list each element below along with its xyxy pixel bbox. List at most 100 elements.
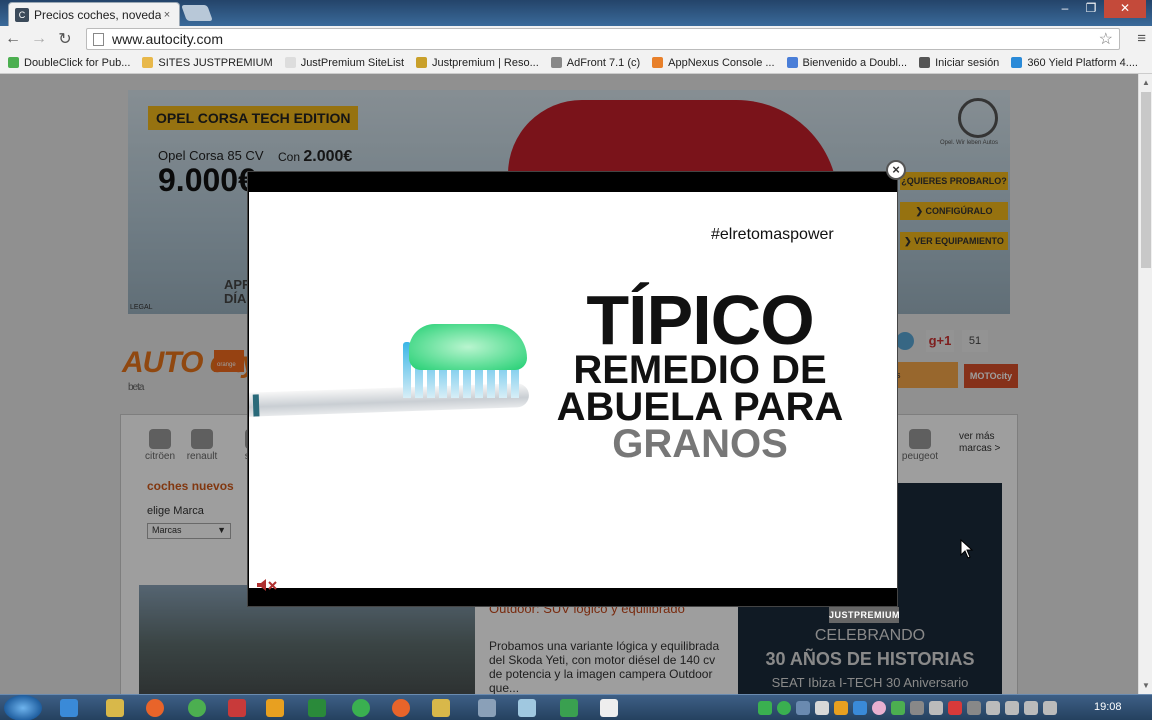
back-arrow-icon[interactable]: ← (0, 30, 26, 48)
excel-icon[interactable] (308, 699, 326, 717)
bookmark-item[interactable]: 360 Yield Platform 4.... (1011, 57, 1138, 69)
ad-headline: TÍPICO REMEDIO DE ABUELA PARA GRANOS (555, 281, 845, 466)
tray-icon[interactable] (929, 701, 943, 715)
start-button[interactable] (4, 695, 42, 720)
bookmark-item[interactable]: Justpremium | Reso... (416, 57, 539, 69)
firefox-icon[interactable] (146, 699, 164, 717)
site-favicon-icon: C (15, 7, 29, 22)
tray-icon[interactable] (834, 701, 848, 715)
bookmark-icon (786, 57, 798, 68)
reload-icon[interactable]: ↻ (52, 29, 78, 49)
bookmark-icon (8, 57, 19, 68)
bookmark-item[interactable]: Iniciar sesión (919, 57, 999, 69)
system-tray (758, 701, 1057, 715)
toothbrush-grip (252, 394, 260, 417)
tray-icon[interactable] (948, 701, 962, 715)
forward-arrow-icon[interactable]: → (26, 30, 52, 48)
scroll-thumb[interactable] (1141, 92, 1151, 268)
explorer-icon[interactable] (106, 699, 124, 717)
tray-icon[interactable] (910, 701, 924, 715)
video-ad-modal: #elretomaspower TÍPICO REMEDIO DE ABUELA… (247, 171, 898, 607)
bookmark-label: Justpremium | Reso... (432, 56, 539, 69)
bookmark-label: SITES JUSTPREMIUM (158, 56, 273, 69)
window-controls: – ❐ ✕ (1052, 0, 1146, 18)
scroll-down-icon[interactable]: ▼ (1139, 681, 1152, 690)
bookmark-icon (919, 57, 931, 68)
screen: C Precios coches, novedade × – ❐ ✕ ← → ↻… (0, 0, 1152, 720)
spotify-icon[interactable] (352, 699, 370, 717)
scroll-up-icon[interactable]: ▲ (1139, 78, 1152, 87)
firefox2-icon[interactable] (392, 699, 410, 717)
toothpaste-image (409, 324, 527, 370)
notes-icon[interactable] (518, 699, 536, 717)
justpremium-badge[interactable]: JUSTPREMIUM (829, 607, 900, 623)
tray-icon[interactable] (872, 701, 886, 715)
browser-tab[interactable]: C Precios coches, novedade × (8, 2, 180, 26)
bookmark-label: AdFront 7.1 (c) (566, 56, 641, 69)
headline-line4: GRANOS (612, 421, 788, 466)
tab-bar: C Precios coches, novedade × – ❐ ✕ (0, 0, 1152, 26)
network-icon[interactable] (1024, 701, 1038, 715)
tab-title: Precios coches, novedade (34, 7, 161, 22)
bookmark-label: DoubleClick for Pub... (24, 56, 131, 69)
url-text[interactable]: www.autocity.com (112, 31, 1099, 47)
minimize-button[interactable]: – (1052, 0, 1078, 18)
tray-icon[interactable] (1005, 701, 1019, 715)
bookmark-label: JustPremium SiteList (300, 56, 404, 69)
bookmark-item[interactable]: Bienvenido a Doubl... (786, 56, 908, 69)
bookmark-label: 360 Yield Platform 4.... (1027, 56, 1138, 69)
bookmark-item[interactable]: AdFront 7.1 (c) (550, 56, 641, 69)
page-icon (93, 32, 104, 46)
window-close-button[interactable]: ✕ (1104, 0, 1146, 18)
bookmark-label: AppNexus Console ... (668, 56, 775, 69)
bookmark-label: Iniciar sesión (935, 56, 1000, 69)
video-frame[interactable]: #elretomaspower TÍPICO REMEDIO DE ABUELA… (249, 192, 897, 588)
autocity-task-icon[interactable] (600, 699, 618, 717)
bookmark-icon (550, 57, 562, 68)
tray-icon[interactable] (891, 701, 905, 715)
ad-hashtag: #elretomaspower (711, 226, 834, 243)
bookmark-item[interactable]: AppNexus Console ... (652, 56, 775, 69)
windows-taskbar: 19:08 (0, 694, 1152, 720)
tray-icon[interactable] (967, 701, 981, 715)
address-bar[interactable]: www.autocity.com ☆ (86, 28, 1120, 50)
bluetooth-icon[interactable] (796, 701, 810, 715)
headline-line1: TÍPICO (586, 281, 814, 359)
bookmark-icon (284, 57, 296, 68)
tray-icon[interactable] (853, 701, 867, 715)
headline-line3: ABUELA PARA (556, 385, 844, 430)
bookmarks-bar: DoubleClick for Pub... SITES JUSTPREMIUM J… (0, 52, 1152, 74)
clock[interactable]: 19:08 (1094, 701, 1122, 713)
maximize-button[interactable]: ❐ (1078, 0, 1104, 18)
mouse-cursor-icon (960, 539, 974, 559)
tray-icon[interactable] (986, 701, 1000, 715)
headline-line2: REMEDIO DE (573, 348, 827, 393)
menu-icon[interactable]: ≡ (1137, 30, 1146, 47)
page-scrollbar[interactable]: ▲ ▼ (1138, 74, 1152, 694)
app-icon[interactable] (228, 699, 246, 717)
bookmark-item[interactable]: DoubleClick for Pub... (8, 57, 130, 69)
modal-close-button[interactable]: × (886, 160, 906, 180)
tab-close-icon[interactable]: × (161, 9, 173, 21)
bookmark-label: Bienvenido a Doubl... (802, 56, 908, 69)
volume-icon[interactable] (1043, 701, 1057, 715)
folder-icon[interactable] (432, 699, 450, 717)
bookmark-item[interactable]: SITES JUSTPREMIUM (142, 56, 273, 69)
mute-icon[interactable] (256, 578, 278, 592)
bookmark-item[interactable]: JustPremium SiteList (284, 56, 404, 69)
bookmark-icon (142, 57, 154, 68)
tray-icon[interactable] (758, 701, 772, 715)
browser-toolbar: ← → ↻ www.autocity.com ☆ ≡ (0, 26, 1152, 52)
tray-icon[interactable] (777, 701, 791, 715)
tray-icon[interactable] (815, 701, 829, 715)
bookmark-icon (416, 57, 427, 68)
ie-icon[interactable] (60, 699, 78, 717)
bookmark-icon (652, 57, 664, 68)
new-tab-button[interactable] (181, 5, 213, 21)
bookmark-icon (1011, 57, 1023, 68)
window-icon[interactable] (478, 699, 496, 717)
bookmark-star-icon[interactable]: ☆ (1099, 29, 1113, 49)
outlook-icon[interactable] (266, 699, 284, 717)
camtasia-icon[interactable] (560, 699, 578, 717)
chrome-icon[interactable] (188, 699, 206, 717)
